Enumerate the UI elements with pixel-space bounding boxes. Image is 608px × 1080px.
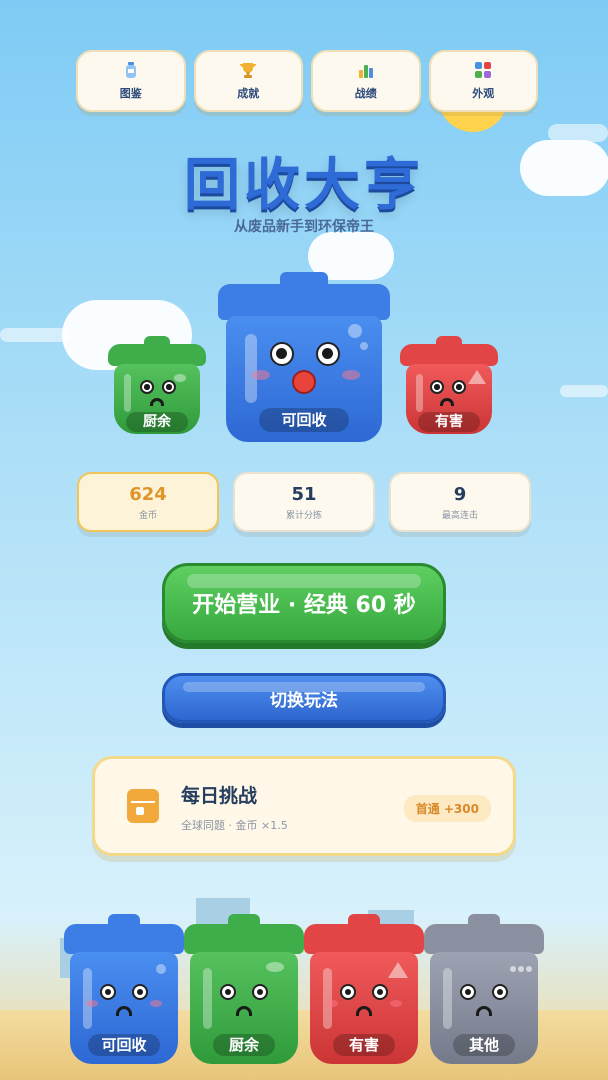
nav-achievements-button[interactable]: 成就 — [193, 50, 303, 112]
nav-achievements-label: 成就 — [237, 87, 260, 100]
start-game-label: 开始营业 · 经典 60 秒 — [192, 593, 416, 618]
nav-records-button[interactable]: 战绩 — [311, 50, 421, 112]
switch-mode-button[interactable]: 切换玩法 — [162, 673, 446, 723]
start-game-button[interactable]: 开始营业 · 经典 60 秒 — [162, 563, 446, 643]
bottom-bin-kitchen-label: 厨余 — [213, 1034, 275, 1056]
grid-icon — [475, 62, 492, 78]
bottom-bin-other[interactable]: 其他 — [424, 914, 544, 1066]
game-title: 回收大亨 — [184, 153, 424, 218]
daily-challenge-card[interactable]: 每日挑战 全球同题 · 金币 ×1.5 首通 +300 — [92, 756, 516, 856]
stat-max-combo-caption: 最高连击 — [441, 511, 478, 521]
hero-bin-hazardous-label: 有害 — [418, 412, 480, 432]
bottom-bin-other-label: 其他 — [453, 1034, 515, 1056]
bottom-bin-recyclable-label: 可回收 — [88, 1034, 160, 1056]
stat-total-sorted-caption: 累计分拣 — [285, 511, 322, 521]
stat-coins-value: 624 — [129, 484, 167, 505]
stat-total-sorted-value: 51 — [291, 484, 317, 505]
stat-max-combo: 9 最高连击 — [389, 472, 531, 532]
stat-coins-caption: 金币 — [138, 511, 157, 521]
nav-appearance-button[interactable]: 外观 — [428, 50, 538, 112]
daily-challenge-description: 全球同题 · 金币 ×1.5 — [181, 819, 288, 832]
hero-bin-kitchen-label: 厨余 — [126, 412, 188, 432]
stat-max-combo-value: 9 — [453, 484, 467, 505]
calendar-icon — [127, 789, 159, 823]
stat-total-sorted: 51 累计分拣 — [233, 472, 375, 532]
stat-coins: 624 金币 — [77, 472, 219, 532]
bottom-bin-kitchen[interactable]: 厨余 — [184, 914, 304, 1066]
hero-bin-hazardous: 有害 — [400, 336, 498, 436]
nav-collection-label: 图鉴 — [119, 87, 142, 100]
game-subtitle: 从废品新手到环保帝王 — [234, 219, 374, 235]
bottom-bin-hazardous[interactable]: 有害 — [304, 914, 424, 1066]
hero-bin-recyclable: 可回收 — [218, 272, 390, 444]
cloud-streak — [0, 328, 70, 342]
nav-records-label: 战绩 — [354, 87, 377, 100]
game-scene: 图鉴 成就 战绩 外观 回收大亨 从废品新手到环保帝王 厨余 可回收 有害 62… — [0, 0, 608, 1080]
switch-mode-label: 切换玩法 — [270, 690, 338, 711]
daily-challenge-title: 每日挑战 — [181, 785, 258, 807]
hero-bin-recyclable-label: 可回收 — [259, 408, 349, 432]
hero-bin-kitchen: 厨余 — [108, 336, 206, 436]
bottle-icon — [125, 62, 136, 78]
nav-appearance-label: 外观 — [472, 87, 495, 100]
bar-chart-icon — [358, 65, 373, 78]
cloud-streak — [560, 385, 608, 397]
nav-collection-button[interactable]: 图鉴 — [76, 50, 186, 112]
bottom-bin-hazardous-label: 有害 — [333, 1034, 395, 1056]
trophy-icon — [240, 63, 257, 78]
bottom-bin-recyclable[interactable]: 可回收 — [64, 914, 184, 1066]
top-nav: 图鉴 成就 战绩 外观 — [76, 50, 538, 112]
daily-challenge-reward-badge: 首通 +300 — [403, 795, 491, 822]
